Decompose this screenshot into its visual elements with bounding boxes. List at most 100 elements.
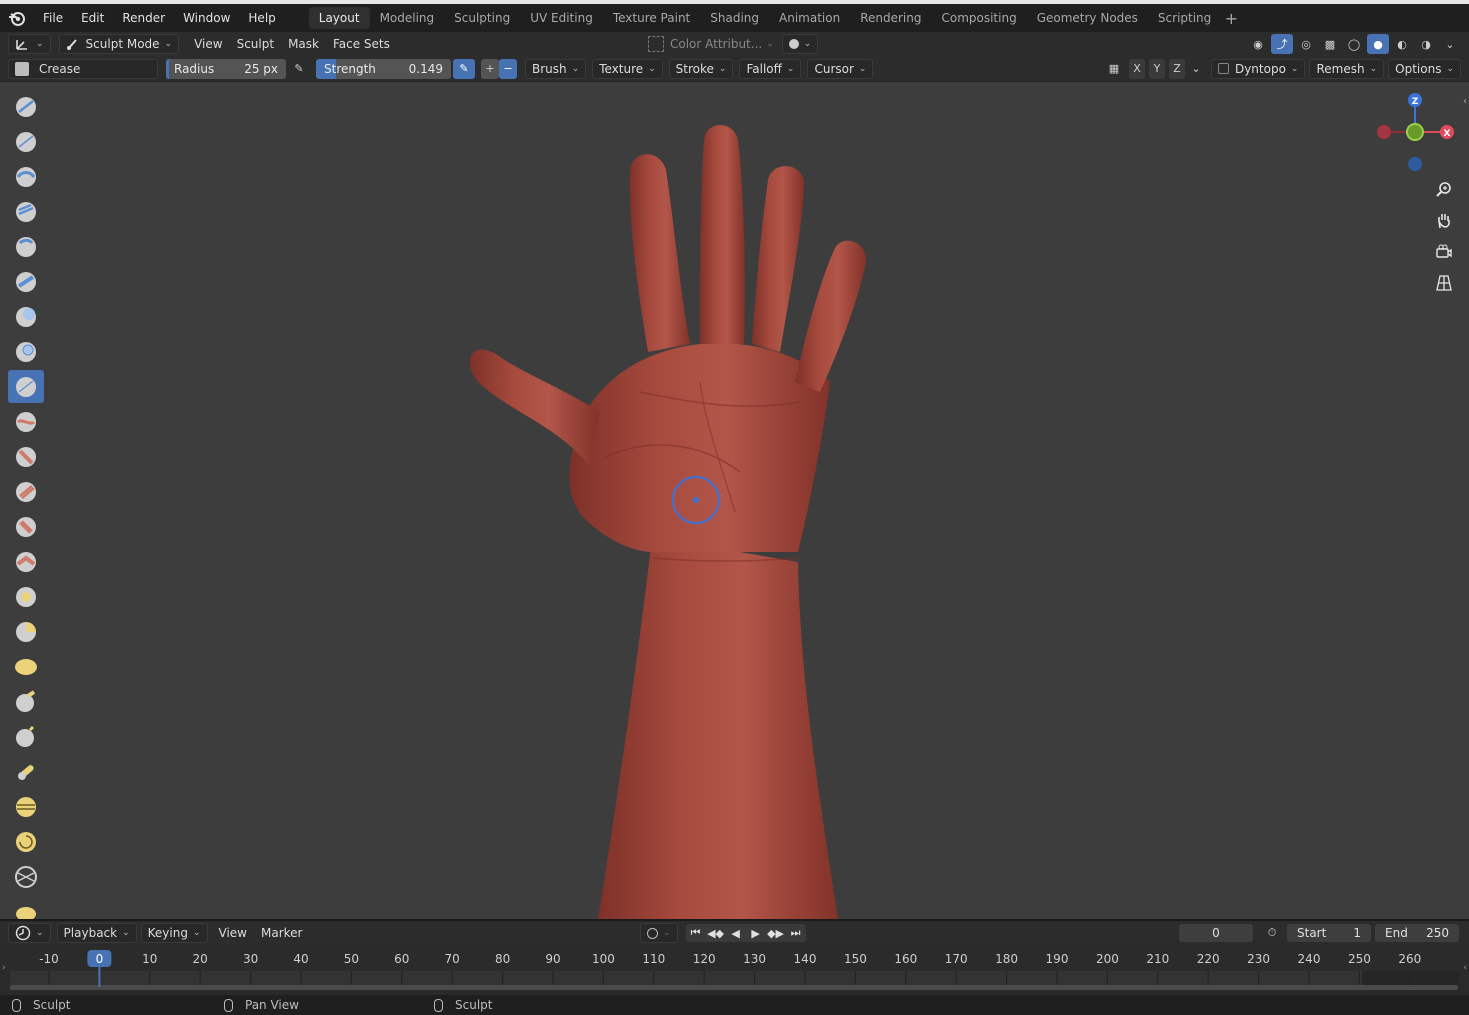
- menu-view[interactable]: View: [187, 34, 229, 54]
- solid-shading-icon[interactable]: ●: [1367, 34, 1389, 54]
- tab-animation[interactable]: Animation: [769, 7, 850, 29]
- tab-geometry-nodes[interactable]: Geometry Nodes: [1027, 7, 1148, 29]
- symmetry-chevron-icon[interactable]: ⌄: [1189, 59, 1203, 79]
- menu-sculpt[interactable]: Sculpt: [230, 34, 281, 54]
- dyntopo-dropdown[interactable]: Dyntopo ⌄: [1210, 58, 1306, 79]
- rotate-tool-icon[interactable]: [8, 825, 44, 858]
- tab-modeling[interactable]: Modeling: [370, 7, 445, 29]
- menu-render[interactable]: Render: [113, 7, 174, 29]
- remesh-dropdown[interactable]: Remesh ⌄: [1309, 58, 1385, 79]
- sidebar-toggle-chevron-icon[interactable]: ‹: [1463, 96, 1467, 107]
- boundary-tool-icon[interactable]: [8, 895, 44, 919]
- axis-x-toggle[interactable]: X: [1128, 58, 1145, 79]
- play-reverse-icon[interactable]: ◀: [726, 924, 746, 942]
- strength-field[interactable]: Strength 0.149: [316, 58, 451, 79]
- gizmo-toggle-icon[interactable]: ⤴: [1271, 34, 1293, 54]
- rendered-shading-icon[interactable]: ◑: [1415, 34, 1437, 54]
- navigation-gizmo[interactable]: Z X: [1369, 90, 1459, 180]
- jump-end-icon[interactable]: ⏭: [786, 924, 806, 942]
- texture-dropdown[interactable]: Texture ⌄: [592, 58, 663, 79]
- axis-z-toggle[interactable]: Z: [1168, 58, 1185, 79]
- prev-keyframe-icon[interactable]: ◀◆: [706, 924, 726, 942]
- menu-window[interactable]: Window: [174, 7, 239, 29]
- ruler-right-chevron-icon[interactable]: ‹: [1463, 963, 1467, 973]
- auto-keying-toggle[interactable]: ⌄: [640, 923, 678, 943]
- tab-compositing[interactable]: Compositing: [931, 7, 1026, 29]
- tab-rendering[interactable]: Rendering: [850, 7, 931, 29]
- plus-icon[interactable]: +: [1221, 9, 1241, 28]
- tab-layout[interactable]: Layout: [308, 7, 370, 29]
- direction-subtract-icon[interactable]: −: [499, 58, 517, 79]
- color-attribute-menu[interactable]: ⌄: [781, 34, 819, 54]
- draw-sharp-tool-icon[interactable]: [8, 125, 44, 158]
- menu-mask[interactable]: Mask: [281, 34, 326, 54]
- start-frame-field[interactable]: Start 1: [1287, 924, 1371, 942]
- end-frame-field[interactable]: End 250: [1375, 924, 1459, 942]
- stopwatch-icon[interactable]: ⏱: [1261, 923, 1283, 943]
- pan-hand-icon[interactable]: [1431, 208, 1457, 234]
- draw-tool-icon[interactable]: [8, 90, 44, 123]
- camera-view-icon[interactable]: [1431, 239, 1457, 265]
- snake-hook-tool-icon[interactable]: [8, 685, 44, 718]
- flatten-tool-icon[interactable]: [8, 440, 44, 473]
- options-dropdown[interactable]: Options ⌄: [1388, 58, 1461, 79]
- slide-relax-tool-icon[interactable]: [8, 860, 44, 893]
- clay-thumb-tool-icon[interactable]: [8, 230, 44, 263]
- overlay-icon[interactable]: ◎: [1295, 34, 1317, 54]
- radius-field[interactable]: Radius 25 px: [166, 58, 286, 79]
- dyntopo-checkbox[interactable]: [1217, 63, 1229, 74]
- smooth-tool-icon[interactable]: [8, 405, 44, 438]
- next-keyframe-icon[interactable]: ◆▶: [766, 924, 786, 942]
- layer-tool-icon[interactable]: [8, 265, 44, 298]
- timeline-ruler[interactable]: -10 0 10 20 30 40 50 60 70 80 90 100 110 120 130 140 150…: [0, 945, 1469, 995]
- multiplane-scrape-tool-icon[interactable]: [8, 545, 44, 578]
- timeline-menu-view[interactable]: View: [212, 923, 254, 943]
- scrape-tool-icon[interactable]: [8, 510, 44, 543]
- jump-start-icon[interactable]: ⏮: [686, 924, 706, 942]
- xray-icon[interactable]: ▩: [1319, 34, 1341, 54]
- visibility-eye-icon[interactable]: ◉: [1247, 34, 1269, 54]
- tab-scripting[interactable]: Scripting: [1148, 7, 1221, 29]
- crease-tool-icon[interactable]: [8, 370, 44, 403]
- wireframe-shading-icon[interactable]: ◯: [1343, 34, 1365, 54]
- perspective-grid-icon[interactable]: [1431, 270, 1457, 296]
- elastic-deform-tool-icon[interactable]: [8, 650, 44, 683]
- tab-sculpting[interactable]: Sculpting: [444, 7, 520, 29]
- blob-tool-icon[interactable]: [8, 335, 44, 368]
- thumb-tool-icon[interactable]: [8, 720, 44, 753]
- fill-tool-icon[interactable]: [8, 475, 44, 508]
- axis-y-toggle[interactable]: Y: [1148, 58, 1165, 79]
- playback-dropdown[interactable]: Playback ⌄: [56, 923, 137, 943]
- current-frame-field[interactable]: 0: [1179, 924, 1253, 942]
- radius-pressure-icon[interactable]: ✎: [288, 59, 310, 79]
- symmetry-icon[interactable]: ▦: [1103, 59, 1125, 79]
- timeline-editor-type-button[interactable]: ⌄: [8, 923, 51, 943]
- brush-selector[interactable]: Crease: [8, 58, 158, 79]
- menu-help[interactable]: Help: [239, 7, 284, 29]
- mode-selector[interactable]: Sculpt Mode ⌄: [58, 34, 180, 54]
- grab-tool-icon[interactable]: [8, 615, 44, 648]
- ruler-left-chevron-icon[interactable]: ›: [2, 963, 6, 973]
- tab-shading[interactable]: Shading: [700, 7, 769, 29]
- 3d-viewport[interactable]: Z X ‹: [0, 82, 1469, 919]
- color-attribute-dropdown[interactable]: Color Attribut...: [670, 37, 762, 51]
- stroke-dropdown[interactable]: Stroke ⌄: [668, 58, 734, 79]
- zoom-icon[interactable]: [1431, 177, 1457, 203]
- editor-type-button[interactable]: ⌄: [8, 34, 51, 54]
- pinch-tool-icon[interactable]: [8, 580, 44, 613]
- nudge-tool-icon[interactable]: [8, 790, 44, 823]
- pose-tool-icon[interactable]: [8, 755, 44, 788]
- inflate-tool-icon[interactable]: [8, 300, 44, 333]
- clay-strips-tool-icon[interactable]: [8, 195, 44, 228]
- timeline-menu-marker[interactable]: Marker: [254, 923, 309, 943]
- play-icon[interactable]: ▶: [746, 924, 766, 942]
- clay-tool-icon[interactable]: [8, 160, 44, 193]
- falloff-dropdown[interactable]: Falloff ⌄: [739, 58, 802, 79]
- menu-face-sets[interactable]: Face Sets: [326, 34, 397, 54]
- direction-add-icon[interactable]: +: [481, 58, 499, 79]
- keying-dropdown[interactable]: Keying ⌄: [140, 923, 208, 943]
- brush-dropdown[interactable]: Brush ⌄: [525, 58, 587, 79]
- menu-edit[interactable]: Edit: [72, 7, 113, 29]
- tab-uv-editing[interactable]: UV Editing: [520, 7, 603, 29]
- tab-texture-paint[interactable]: Texture Paint: [603, 7, 700, 29]
